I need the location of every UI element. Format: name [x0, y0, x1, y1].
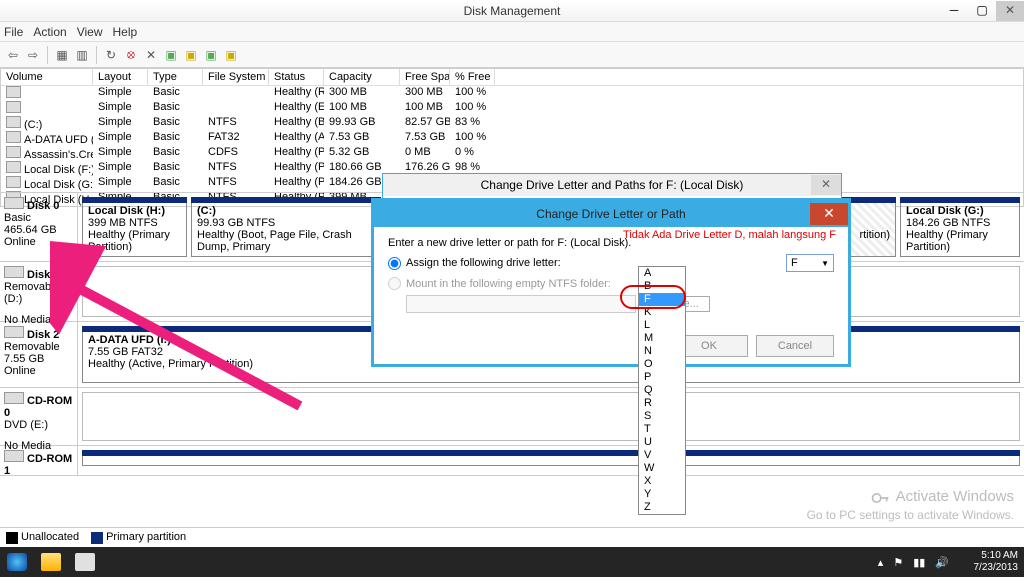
- dropdown-item[interactable]: W: [639, 462, 685, 475]
- dropdown-item[interactable]: Y: [639, 488, 685, 501]
- volume-row[interactable]: Assassin's.Creed (J:)SimpleBasicCDFSHeal…: [1, 146, 1023, 161]
- maximize-button[interactable]: ▢: [968, 1, 996, 21]
- views2-icon[interactable]: ▥: [73, 46, 91, 64]
- col-pctfree[interactable]: % Free: [450, 69, 495, 85]
- taskbar: ▴ ⚑ ▮▮ 🔊 5:10 AM 7/23/2013: [0, 547, 1024, 577]
- dropdown-item[interactable]: O: [639, 358, 685, 371]
- window-controls: ─ ▢ ✕: [940, 1, 1024, 21]
- cdrom1-part[interactable]: [82, 450, 1020, 466]
- dropdown-item[interactable]: N: [639, 345, 685, 358]
- disk2-info[interactable]: Disk 2 Removable 7.55 GB Online: [0, 322, 78, 387]
- cdrom0-empty[interactable]: [82, 392, 1020, 441]
- dropdown-item[interactable]: R: [639, 397, 685, 410]
- tool-icon[interactable]: ▣: [182, 46, 200, 64]
- col-layout[interactable]: Layout: [93, 69, 148, 85]
- delete-icon[interactable]: ✕: [142, 46, 160, 64]
- dlg1-title: Change Drive Letter and Paths for F: (Lo…: [481, 178, 744, 192]
- radio-mount-folder: [388, 277, 401, 290]
- taskbar-explorer[interactable]: [34, 547, 68, 577]
- menu-bar: File Action View Help: [0, 22, 1024, 42]
- dlg2-cancel-button[interactable]: Cancel: [756, 335, 834, 357]
- dialog-change-drive-letter: Change Drive Letter or Path ✕ Tidak Ada …: [371, 198, 851, 367]
- col-free[interactable]: Free Spa...: [400, 69, 450, 85]
- legend: Unallocated Primary partition: [0, 527, 1024, 547]
- dropdown-item[interactable]: Z: [639, 501, 685, 514]
- forward-icon[interactable]: ⇨: [24, 46, 42, 64]
- col-capacity[interactable]: Capacity: [324, 69, 400, 85]
- dropdown-item[interactable]: Q: [639, 384, 685, 397]
- cdrom-row-0: CD-ROM 0 DVD (E:) No Media: [0, 388, 1024, 446]
- col-type[interactable]: Type: [148, 69, 203, 85]
- cdrom0-info[interactable]: CD-ROM 0 DVD (E:) No Media: [0, 388, 78, 445]
- partition-c[interactable]: (C:) 99.93 GB NTFS Healthy (Boot, Page F…: [191, 197, 381, 257]
- help-toolbar-icon[interactable]: ▣: [222, 46, 240, 64]
- dropdown-item[interactable]: P: [639, 371, 685, 384]
- col-filesystem[interactable]: File System: [203, 69, 269, 85]
- volume-row[interactable]: A-DATA UFD (I:)SimpleBasicFAT32Healthy (…: [1, 131, 1023, 146]
- annotation-circle: [620, 285, 686, 309]
- rescan-icon[interactable]: ⦻: [122, 46, 140, 64]
- menu-action[interactable]: Action: [33, 25, 66, 39]
- dlg2-title: Change Drive Letter or Path: [536, 207, 685, 221]
- cdrom-row-1: CD-ROM 1: [0, 446, 1024, 476]
- back-icon[interactable]: ⇦: [4, 46, 22, 64]
- col-volume[interactable]: Volume: [1, 69, 93, 85]
- tool2-icon[interactable]: ▣: [202, 46, 220, 64]
- minimize-button[interactable]: ─: [940, 1, 968, 21]
- system-tray: ▴ ⚑ ▮▮ 🔊: [878, 556, 949, 569]
- close-button[interactable]: ✕: [996, 1, 1024, 21]
- volume-row[interactable]: (C:)SimpleBasicNTFSHealthy (B...99.93 GB…: [1, 116, 1023, 131]
- legend-unallocated: Unallocated: [21, 531, 79, 543]
- legend-primary: Primary partition: [106, 531, 186, 543]
- label-mount-folder: Mount in the following empty NTFS folder…: [406, 278, 611, 290]
- disk1-info[interactable]: Disk 1 Removable (D:) No Media: [0, 262, 78, 321]
- menu-help[interactable]: Help: [113, 25, 138, 39]
- dropdown-item[interactable]: X: [639, 475, 685, 488]
- dropdown-item[interactable]: M: [639, 332, 685, 345]
- tray-network-icon[interactable]: ▮▮: [913, 556, 925, 569]
- radio-assign-letter[interactable]: [388, 257, 401, 270]
- dropdown-item[interactable]: U: [639, 436, 685, 449]
- drive-letter-select[interactable]: F▼: [786, 254, 834, 272]
- dlg2-close-button[interactable]: ✕: [810, 203, 848, 225]
- tray-up-icon[interactable]: ▴: [878, 556, 884, 569]
- views-icon[interactable]: ▦: [53, 46, 71, 64]
- col-status[interactable]: Status: [269, 69, 324, 85]
- activate-windows-watermark: Activate Windows Go to PC settings to ac…: [807, 488, 1014, 522]
- dlg1-close-button[interactable]: ✕: [811, 175, 841, 195]
- tray-volume-icon[interactable]: 🔊: [935, 556, 949, 569]
- label-assign-letter: Assign the following drive letter:: [406, 257, 561, 269]
- tray-flag-icon[interactable]: ⚑: [893, 556, 903, 569]
- annotation-text: Tidak Ada Drive Letter D, malah langsung…: [623, 229, 836, 241]
- taskbar-app[interactable]: [68, 547, 102, 577]
- cdrom1-info[interactable]: CD-ROM 1: [0, 446, 78, 475]
- menu-view[interactable]: View: [77, 25, 103, 39]
- mount-folder-input: [406, 295, 636, 313]
- dropdown-item[interactable]: S: [639, 410, 685, 423]
- partition-g[interactable]: Local Disk (G:) 184.26 GB NTFS Healthy (…: [900, 197, 1020, 257]
- taskbar-clock[interactable]: 5:10 AM 7/23/2013: [974, 550, 1019, 574]
- volume-row[interactable]: SimpleBasicHealthy (R...300 MB300 MB100 …: [1, 86, 1023, 101]
- volume-header: Volume Layout Type File System Status Ca…: [1, 69, 1023, 86]
- dropdown-item[interactable]: V: [639, 449, 685, 462]
- taskbar-ie[interactable]: [0, 547, 34, 577]
- volume-row[interactable]: SimpleBasicHealthy (E...100 MB100 MB100 …: [1, 101, 1023, 116]
- properties-icon[interactable]: ▣: [162, 46, 180, 64]
- menu-file[interactable]: File: [4, 25, 23, 39]
- toolbar: ⇦ ⇨ ▦ ▥ ↻ ⦻ ✕ ▣ ▣ ▣ ▣: [0, 42, 1024, 68]
- dropdown-item[interactable]: T: [639, 423, 685, 436]
- refresh-icon[interactable]: ↻: [102, 46, 120, 64]
- partition-h[interactable]: Local Disk (H:) 399 MB NTFS Healthy (Pri…: [82, 197, 187, 257]
- disk0-info[interactable]: Disk 0 Basic 465.64 GB Online: [0, 193, 78, 261]
- title-bar: Disk Management ─ ▢ ✕: [0, 0, 1024, 22]
- dropdown-item[interactable]: L: [639, 319, 685, 332]
- dropdown-item[interactable]: A: [639, 267, 685, 280]
- window-title: Disk Management: [464, 4, 561, 18]
